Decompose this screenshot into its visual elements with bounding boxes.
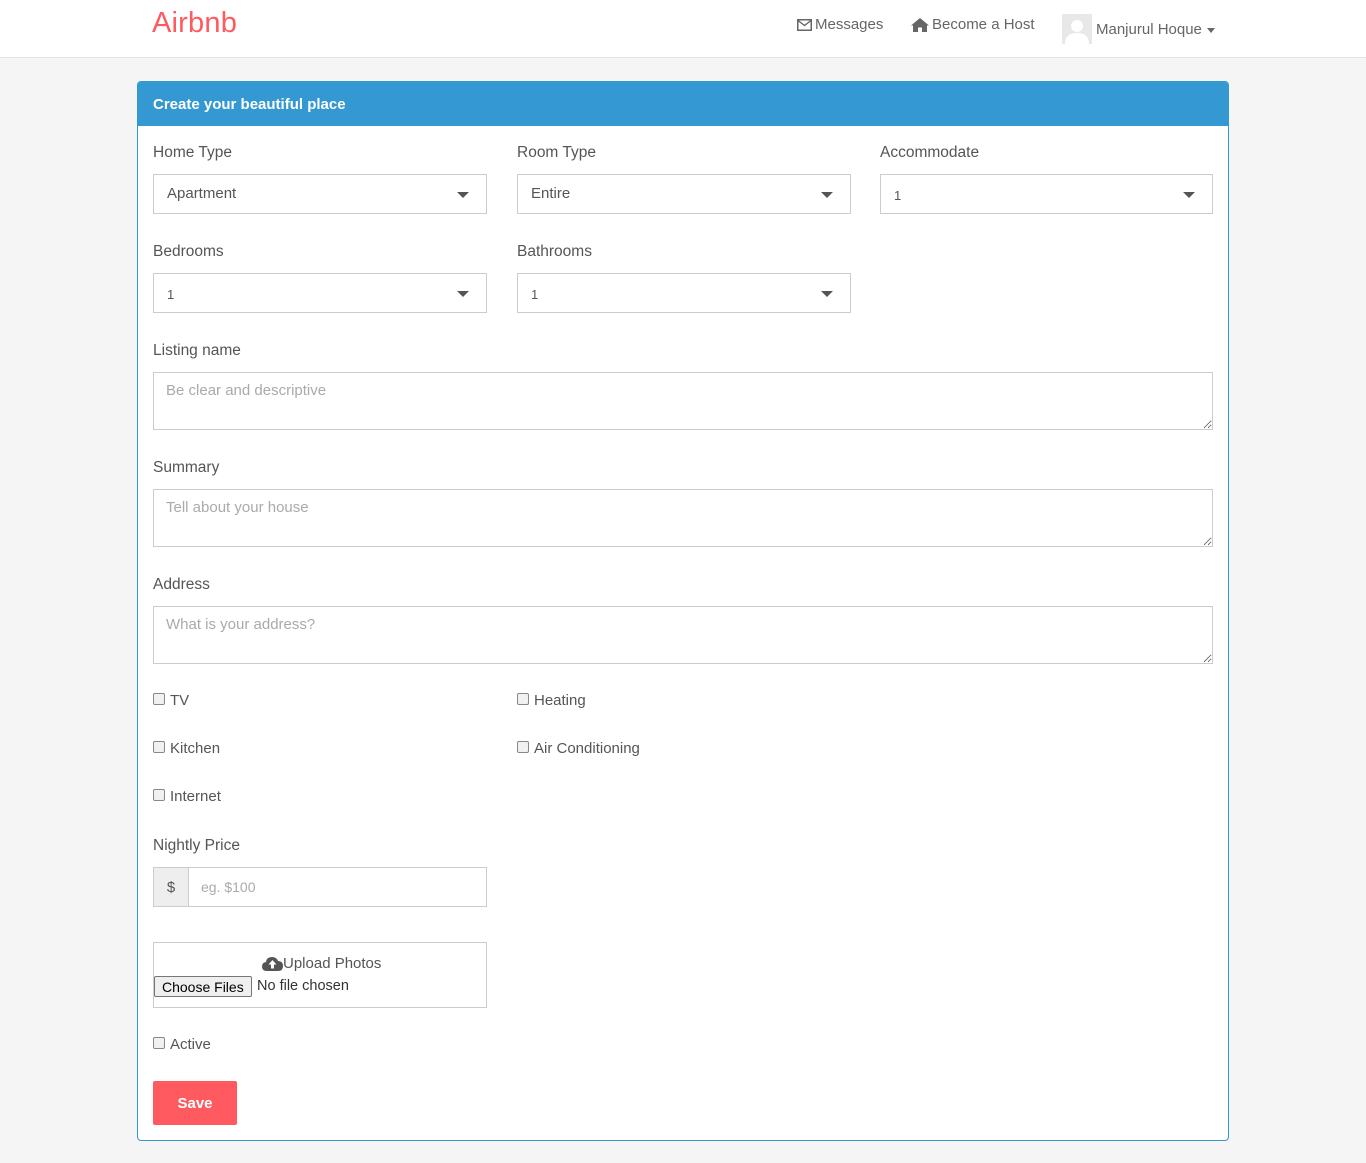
tv-checkbox[interactable]	[153, 692, 165, 705]
air-conditioning-label: Air Conditioning	[534, 740, 640, 757]
dropdown-arrow-icon	[1183, 192, 1195, 198]
summary-label: Summary	[153, 459, 220, 476]
air-conditioning-checkbox[interactable]	[517, 740, 529, 753]
amenity-heating: Heating	[517, 692, 586, 709]
messages-label: Messages	[815, 16, 884, 33]
home-type-value: Apartment	[167, 185, 237, 202]
dropdown-arrow-icon	[457, 291, 469, 297]
user-menu[interactable]: Manjurul Hoque	[1062, 14, 1215, 44]
currency-addon: $	[154, 868, 189, 906]
home-type-label: Home Type	[153, 144, 232, 161]
dropdown-arrow-icon	[457, 192, 469, 198]
become-host-link[interactable]: Become a Host	[911, 16, 1035, 33]
accommodate-select[interactable]: 1	[880, 174, 1213, 214]
active-label: Active	[170, 1036, 211, 1053]
heating-label: Heating	[534, 692, 586, 709]
internet-checkbox[interactable]	[153, 788, 165, 801]
accommodate-value: 1	[894, 188, 902, 203]
room-type-value: Entire	[531, 185, 571, 202]
save-button[interactable]: Save	[153, 1081, 237, 1125]
heating-checkbox[interactable]	[517, 692, 529, 705]
tv-label: TV	[170, 692, 190, 709]
kitchen-checkbox[interactable]	[153, 740, 165, 753]
upload-photos-box: Upload Photos Choose Files No file chose…	[153, 942, 487, 1008]
bedrooms-select[interactable]: 1	[153, 273, 487, 313]
envelope-icon	[797, 18, 812, 31]
home-type-select[interactable]: Apartment	[153, 174, 487, 214]
brand-logo[interactable]: Airbnb	[152, 7, 237, 40]
dropdown-arrow-icon	[821, 291, 833, 297]
accommodate-label: Accommodate	[880, 144, 980, 161]
summary-input[interactable]	[153, 489, 1213, 547]
address-input[interactable]	[153, 606, 1213, 664]
top-navbar: Airbnb Messages Become a Host Manjurul H…	[0, 0, 1366, 58]
nightly-price-group: $	[153, 867, 487, 907]
amenity-internet: Internet	[153, 788, 221, 805]
address-label: Address	[153, 576, 210, 593]
bedrooms-value: 1	[167, 287, 175, 302]
home-icon	[911, 17, 929, 32]
active-option: Active	[153, 1036, 211, 1053]
file-status-text: No file chosen	[257, 978, 349, 994]
bathrooms-label: Bathrooms	[517, 243, 592, 260]
bedrooms-label: Bedrooms	[153, 243, 224, 260]
active-checkbox[interactable]	[153, 1036, 165, 1049]
panel-title: Create your beautiful place	[138, 82, 1228, 126]
nightly-price-input[interactable]	[189, 868, 486, 906]
listing-name-input[interactable]	[153, 372, 1213, 430]
caret-down-icon	[1206, 27, 1215, 33]
user-name: Manjurul Hoque	[1096, 20, 1202, 38]
become-host-label: Become a Host	[932, 16, 1035, 33]
avatar	[1062, 14, 1092, 44]
create-listing-panel: Create your beautiful place Home Type Ap…	[137, 81, 1229, 1141]
cloud-upload-icon	[262, 957, 283, 971]
room-type-select[interactable]: Entire	[517, 174, 851, 214]
bathrooms-select[interactable]: 1	[517, 273, 851, 313]
dropdown-arrow-icon	[821, 192, 833, 198]
internet-label: Internet	[170, 788, 221, 805]
messages-link[interactable]: Messages	[797, 16, 883, 33]
amenity-kitchen: Kitchen	[153, 740, 220, 757]
room-type-label: Room Type	[517, 144, 596, 161]
choose-files-button[interactable]: Choose Files	[154, 976, 252, 997]
upload-photos-label: Upload Photos	[283, 955, 382, 972]
bathrooms-value: 1	[531, 287, 539, 302]
listing-name-label: Listing name	[153, 342, 241, 359]
amenity-tv: TV	[153, 692, 189, 709]
kitchen-label: Kitchen	[170, 740, 221, 757]
amenity-air-conditioning: Air Conditioning	[517, 740, 640, 757]
upload-photos-title: Upload Photos	[262, 955, 381, 972]
user-silhouette-icon	[1065, 20, 1089, 44]
nightly-price-label: Nightly Price	[153, 837, 240, 854]
